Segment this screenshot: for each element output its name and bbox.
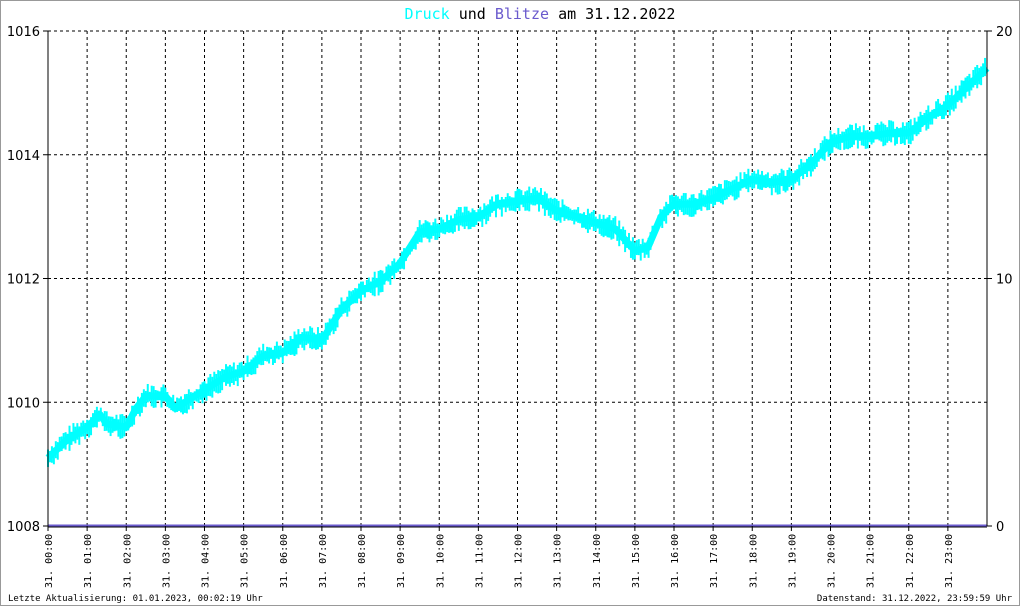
- title-druck: Druck: [405, 5, 450, 23]
- y-left-tick-label: 1014: [7, 149, 40, 164]
- x-tick-label: 31. 01:00: [83, 534, 94, 588]
- x-tick-label: 31. 03:00: [161, 534, 172, 588]
- x-tick-label: 31. 19:00: [787, 534, 798, 588]
- y-right-tick-label: 10: [996, 273, 1013, 288]
- x-tick-label: 31. 11:00: [474, 534, 485, 588]
- x-tick-label: 31. 16:00: [670, 534, 681, 588]
- x-tick-label: 31. 05:00: [240, 534, 251, 588]
- y-left-tick-label: 1008: [7, 520, 40, 535]
- x-tick-label: 31. 02:00: [122, 534, 133, 588]
- y-left-tick-label: 1012: [7, 273, 40, 288]
- x-tick-label: 31. 22:00: [905, 534, 916, 588]
- x-tick-label: 31. 18:00: [748, 534, 759, 588]
- chart-title: Druck und Blitze am 31.12.2022: [405, 5, 676, 23]
- x-tick-label: 31. 17:00: [709, 534, 720, 588]
- x-tick-label: 31. 12:00: [514, 534, 525, 588]
- x-tick-label: 31. 10:00: [435, 534, 446, 588]
- title-blitze: Blitze: [495, 5, 549, 23]
- x-tick-label: 31. 21:00: [866, 534, 877, 588]
- y-left-tick-label: 1010: [7, 396, 40, 411]
- y-right-tick-label: 20: [996, 25, 1013, 40]
- x-tick-label: 31. 20:00: [827, 534, 838, 588]
- x-tick-label: 31. 23:00: [944, 534, 955, 588]
- x-tick-label: 31. 14:00: [592, 534, 603, 588]
- x-tick-label: 31. 15:00: [631, 534, 642, 588]
- footer-last-update: Letzte Aktualisierung: 01.01.2023, 00:02…: [8, 594, 263, 604]
- pressure-lightning-chart: Druck und Blitze am 31.12.2022 100810101…: [0, 0, 1020, 606]
- x-tick-label: 31. 09:00: [396, 534, 407, 588]
- x-tick-label: 31. 13:00: [553, 534, 564, 588]
- chart-container: Druck und Blitze am 31.12.2022 1008 1010 1…: [0, 0, 1020, 606]
- x-tick-label: 31. 08:00: [357, 534, 368, 588]
- y-right-tick-label: 0: [996, 520, 1004, 535]
- x-tick-label: 31. 04:00: [201, 534, 212, 588]
- frame: [0, 0, 1020, 606]
- title-date: am 31.12.2022: [558, 5, 675, 23]
- title-und: und: [459, 5, 486, 23]
- x-tick-label: 31. 07:00: [318, 534, 329, 588]
- footer-data-status: Datenstand: 31.12.2022, 23:59:59 Uhr: [817, 594, 1013, 604]
- x-tick-label: 31. 00:00: [44, 534, 55, 588]
- x-tick-label: 31. 06:00: [279, 534, 290, 588]
- y-left-tick-label: 1016: [7, 25, 40, 40]
